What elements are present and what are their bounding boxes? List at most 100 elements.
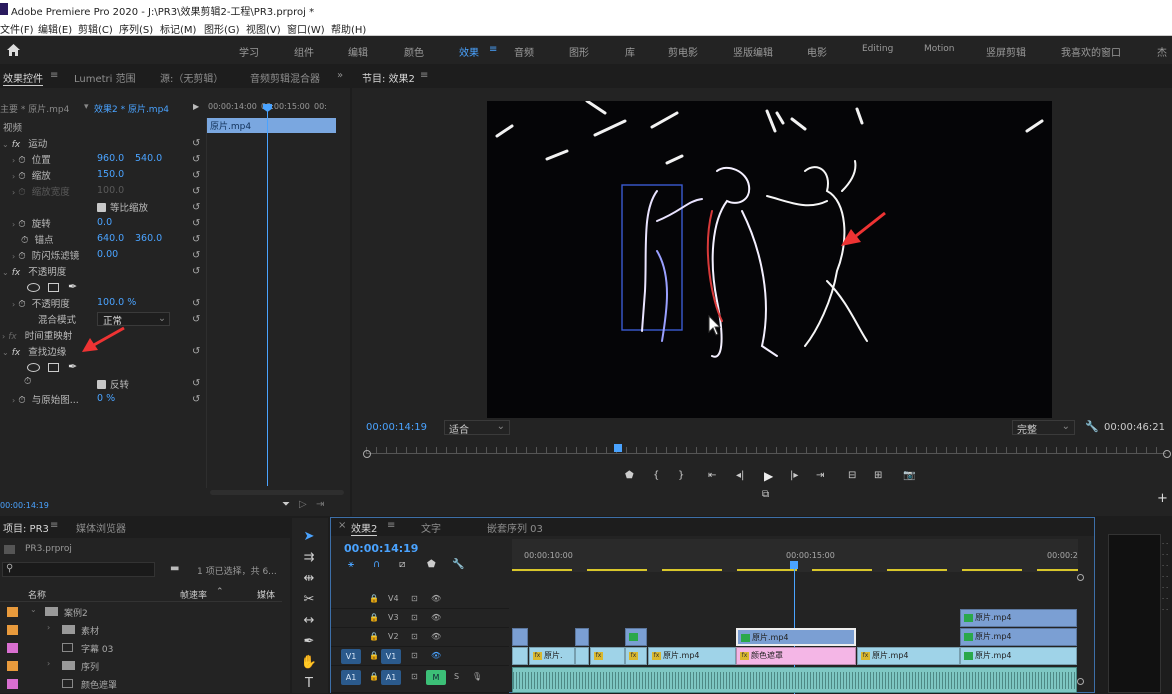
pen-tool-icon[interactable]: ✒ <box>298 633 320 651</box>
voiceover-mic-icon[interactable]: 🎙 <box>472 672 482 681</box>
selection-tool-icon[interactable]: ➤ <box>298 528 320 546</box>
uniform-scale[interactable]: 等比缩放 ↺ <box>0 200 202 216</box>
workspace-color[interactable]: 颜色 <box>404 44 424 59</box>
blend-mode-select[interactable]: 正常 ⌄ <box>97 312 170 327</box>
menu-graphics[interactable]: 图形(G) <box>204 21 240 36</box>
add-marker-icon[interactable]: ⬟ <box>625 470 634 481</box>
reset-icon[interactable]: ↺ <box>192 267 202 277</box>
invert-checkbox[interactable] <box>97 380 106 389</box>
extract-icon[interactable]: ⊞ <box>874 470 882 481</box>
master-clip[interactable]: 主要 * 原片.mp4 <box>0 105 69 115</box>
reset-icon[interactable]: ↺ <box>192 299 202 309</box>
slip-tool-icon[interactable]: ↔ <box>298 612 320 630</box>
program-timecode[interactable]: 00:00:14:19 <box>366 422 427 433</box>
program-playhead[interactable] <box>614 444 622 452</box>
quality-select[interactable]: 完整 ⌄ <box>1012 420 1075 436</box>
play-icon[interactable]: ▶ <box>764 469 773 483</box>
reset-icon[interactable]: ↺ <box>192 315 202 325</box>
ellipse-mask-icon[interactable] <box>27 363 40 372</box>
play-audio-icon[interactable]: ▷ <box>299 499 307 510</box>
settings-wrench-icon[interactable]: 🔧 <box>1085 420 1099 433</box>
close-tab-icon[interactable]: × <box>338 520 346 531</box>
reset-icon[interactable]: ↺ <box>192 251 202 261</box>
ellipse-mask-icon[interactable] <box>27 283 40 292</box>
timeline-settings-icon[interactable]: 🔧 <box>452 559 464 570</box>
reset-icon[interactable]: ↺ <box>192 155 202 165</box>
sequence-clip[interactable]: 效果2 * 原片.mp4 <box>94 102 169 115</box>
razor-tool-icon[interactable]: ✂ <box>298 591 320 609</box>
track-select-tool-icon[interactable]: ⇉ <box>298 549 320 567</box>
tab-audio-clip-mixer[interactable]: 音频剪辑混合器 <box>250 70 320 85</box>
tab-menu-icon[interactable]: ≡ <box>50 70 58 81</box>
sort-up-icon[interactable]: ⌃ <box>216 587 224 597</box>
clip-v1[interactable] <box>512 647 528 665</box>
play-only-icon[interactable]: ▶ <box>193 102 199 111</box>
workspace-more[interactable]: 杰 <box>1157 44 1167 59</box>
mute-button[interactable]: M <box>426 670 446 685</box>
clip-v2[interactable] <box>625 628 647 646</box>
timeline-ruler[interactable]: 00:00:10:00 00:00:15:00 00:00:2 <box>512 539 1078 572</box>
export-frame-icon[interactable]: 📷 <box>903 470 915 481</box>
tab-nested-sequence[interactable]: 嵌套序列 03 <box>487 520 543 535</box>
reset-icon[interactable]: ↺ <box>192 235 202 245</box>
new-bin-icon[interactable]: ▬ <box>170 563 179 574</box>
source-a1-button[interactable]: A1 <box>341 670 361 685</box>
column-media[interactable]: 媒体 <box>257 588 275 601</box>
menu-file[interactable]: 文件(F) <box>0 21 34 36</box>
tab-effect-controls[interactable]: 效果控件 <box>3 70 43 86</box>
program-menu-icon[interactable]: ≡ <box>420 70 428 81</box>
reset-icon[interactable]: ↺ <box>192 347 202 357</box>
project-search-input[interactable]: ⚲ <box>2 562 155 577</box>
workspace-movie[interactable]: 电影 <box>807 44 827 59</box>
clip-v1[interactable]: fx 原片.mp4 <box>857 647 960 665</box>
comparison-view-icon[interactable]: ⧉ <box>762 489 769 500</box>
hand-tool-icon[interactable]: ✋ <box>298 654 320 672</box>
tab-media-browser[interactable]: 媒体浏览器 <box>76 520 126 535</box>
home-icon[interactable] <box>7 44 20 56</box>
zoom-select[interactable]: 适合 ⌄ <box>444 420 510 436</box>
clip-v2[interactable]: 原片.mp4 <box>960 628 1077 646</box>
timeline-timecode[interactable]: 00:00:14:19 <box>344 542 418 555</box>
mark-out-icon[interactable]: } <box>678 470 684 481</box>
column-fps[interactable]: 帧速率 <box>180 588 207 601</box>
workspace-editing[interactable]: 编辑 <box>348 44 368 59</box>
workspace-editing-en[interactable]: Editing <box>862 44 893 54</box>
opacity-value[interactable]: 100.0 % <box>97 297 136 308</box>
clip-audio-a1[interactable] <box>512 667 1077 693</box>
go-to-in-icon[interactable]: ⇤ <box>708 470 716 481</box>
workspace-libraries[interactable]: 库 <box>625 44 635 59</box>
type-tool-icon[interactable]: T <box>298 675 320 693</box>
program-title[interactable]: 节目: 效果2 <box>362 70 415 85</box>
workspace-favorites[interactable]: 我喜欢的窗口 <box>1061 44 1121 59</box>
go-to-out-icon[interactable]: ⇥ <box>816 470 824 481</box>
workspace-learn[interactable]: 学习 <box>239 44 259 59</box>
menu-edit[interactable]: 编辑(E) <box>38 21 72 36</box>
uniform-scale-checkbox[interactable] <box>97 203 106 212</box>
rotation-value[interactable]: 0.0 <box>97 217 112 228</box>
rectangle-mask-icon[interactable] <box>48 283 59 292</box>
solo-button[interactable]: S <box>454 672 459 681</box>
list-item[interactable]: 字幕 03 <box>0 639 280 657</box>
list-item[interactable]: 颜色遮罩 <box>0 675 280 693</box>
reset-icon[interactable]: ↺ <box>192 219 202 229</box>
target-a1-button[interactable]: A1 <box>381 670 401 685</box>
reset-icon[interactable]: ↺ <box>192 395 202 405</box>
add-marker-icon[interactable]: ⬟ <box>427 559 436 570</box>
workspace-film-edit[interactable]: 剪电影 <box>668 44 698 59</box>
clip-v2-selected[interactable]: 原片.mp4 <box>736 628 856 646</box>
snap-icon[interactable]: ∩ <box>373 559 380 570</box>
tab-project[interactable]: 项目: PR3 <box>3 520 49 535</box>
menu-clip[interactable]: 剪辑(C) <box>78 21 113 36</box>
pen-mask-icon[interactable]: ✒ <box>68 280 77 293</box>
clip-v1[interactable]: fx <box>625 647 647 665</box>
workspace-motion[interactable]: Motion <box>924 44 955 54</box>
anchor-y[interactable]: 360.0 <box>135 233 162 244</box>
menu-sequence[interactable]: 序列(S) <box>119 21 153 36</box>
menu-view[interactable]: 视图(V) <box>246 21 281 36</box>
reset-icon[interactable]: ↺ <box>192 203 202 213</box>
eye-icon[interactable]: 👁 <box>431 613 441 622</box>
mini-playhead[interactable] <box>267 106 268 486</box>
workspace-audio[interactable]: 音频 <box>514 44 534 59</box>
clip-v1[interactable]: fx <box>590 647 625 665</box>
step-back-icon[interactable]: ◂| <box>736 470 744 481</box>
